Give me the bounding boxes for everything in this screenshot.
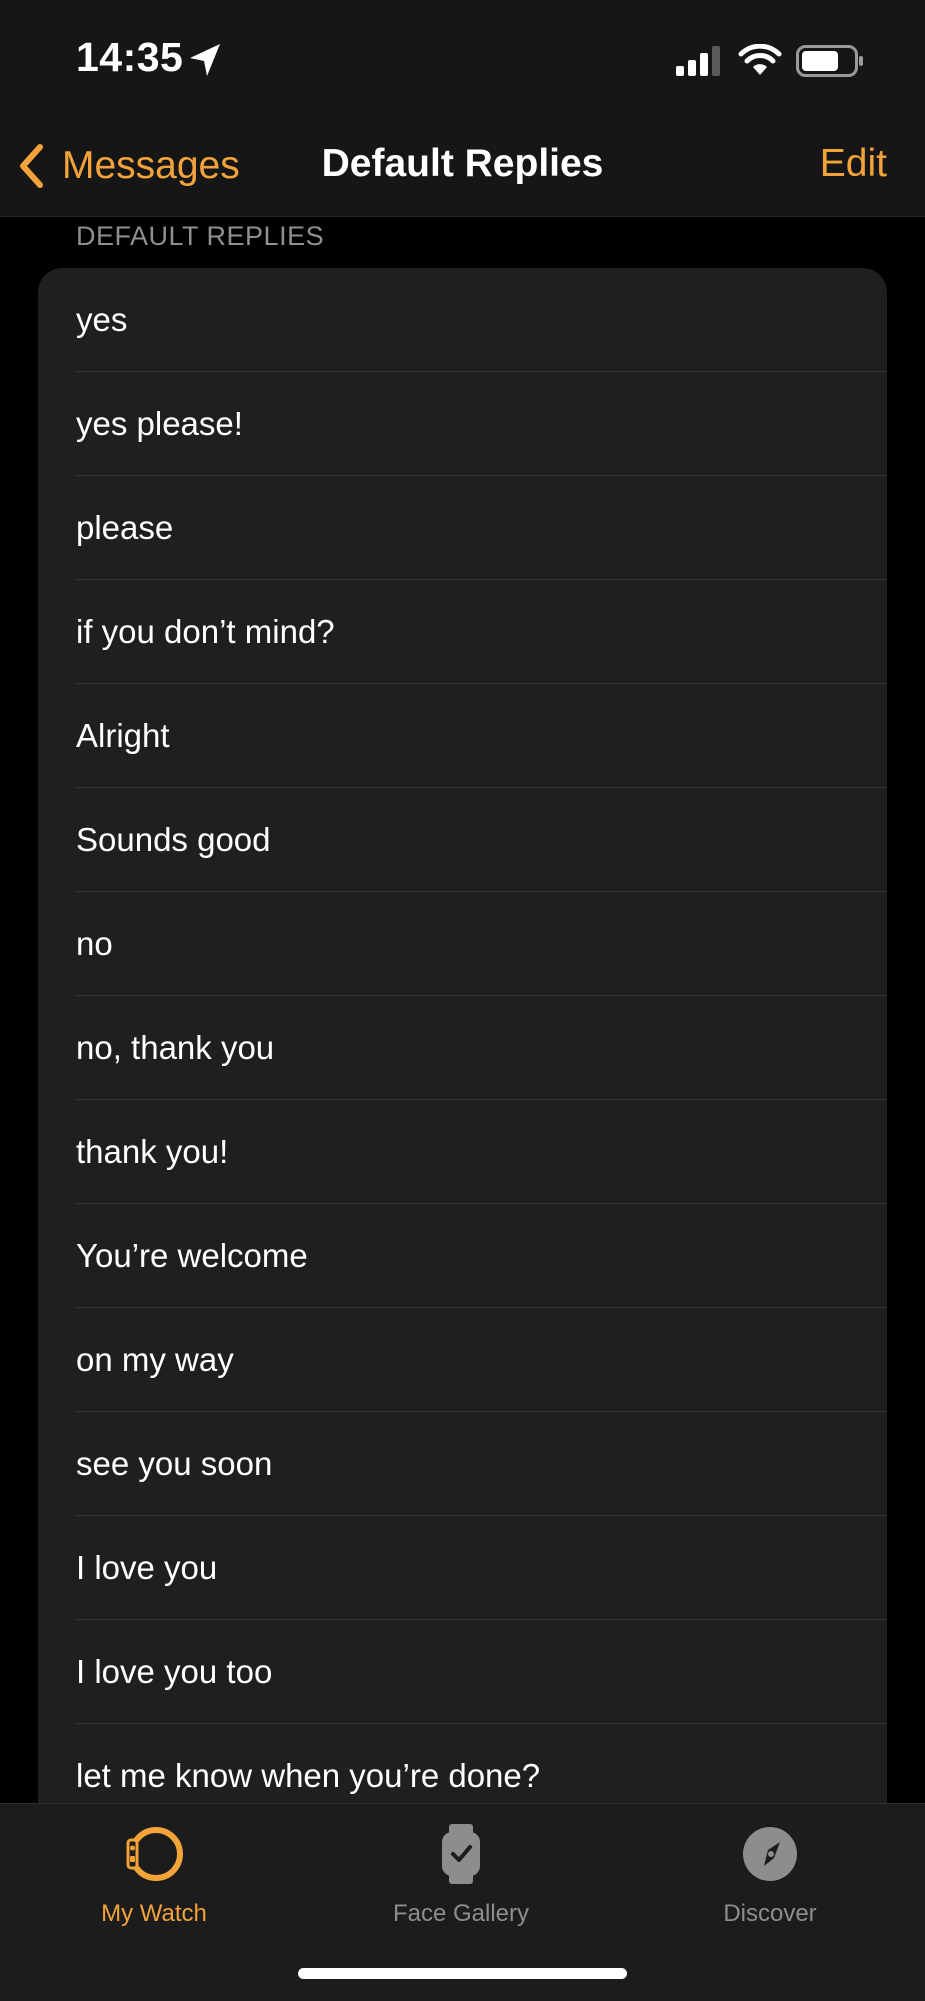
page-title: Default Replies xyxy=(321,142,604,185)
tab-discover[interactable]: Discover xyxy=(650,1822,890,1928)
status-time: 14:35 xyxy=(76,34,184,80)
location-arrow-icon xyxy=(190,44,220,76)
reply-item[interactable]: on my way xyxy=(76,1308,887,1412)
status-bar: 14:35 xyxy=(0,0,925,120)
reply-item[interactable]: yes please! xyxy=(76,372,887,476)
reply-item[interactable]: I love you too xyxy=(76,1620,887,1724)
reply-item[interactable]: Alright xyxy=(76,684,887,788)
face-gallery-icon xyxy=(442,1824,480,1884)
tab-my-watch-label: My Watch xyxy=(101,1900,207,1927)
home-indicator[interactable] xyxy=(298,1968,627,1979)
replies-list: yes yes please! please if you don’t mind… xyxy=(38,268,887,1808)
reply-item[interactable]: see you soon xyxy=(76,1412,887,1516)
edit-button[interactable]: Edit xyxy=(820,142,887,186)
navigation-bar: Messages Default Replies Edit xyxy=(0,120,925,217)
reply-item[interactable]: You’re welcome xyxy=(76,1204,887,1308)
reply-item[interactable]: thank you! xyxy=(76,1100,887,1204)
reply-item[interactable]: I love you xyxy=(76,1516,887,1620)
reply-item[interactable]: no xyxy=(76,892,887,996)
reply-item[interactable]: if you don’t mind? xyxy=(76,580,887,684)
tab-face-gallery[interactable]: Face Gallery xyxy=(341,1822,581,1928)
battery-icon xyxy=(796,45,863,77)
reply-item[interactable]: please xyxy=(76,476,887,580)
tab-discover-label: Discover xyxy=(723,1900,817,1927)
watch-icon xyxy=(126,1827,183,1881)
section-header: DEFAULT REPLIES xyxy=(76,221,325,251)
cellular-signal-icon xyxy=(676,46,720,76)
reply-item[interactable]: Sounds good xyxy=(76,788,887,892)
reply-item[interactable]: no, thank you xyxy=(76,996,887,1100)
reply-item[interactable]: yes xyxy=(76,268,887,372)
tab-my-watch[interactable]: My Watch xyxy=(34,1822,274,1928)
tab-face-gallery-label: Face Gallery xyxy=(392,1900,530,1927)
compass-icon xyxy=(743,1827,797,1881)
reply-item[interactable]: let me know when you’re done? xyxy=(76,1724,887,1808)
wifi-icon xyxy=(738,44,782,75)
